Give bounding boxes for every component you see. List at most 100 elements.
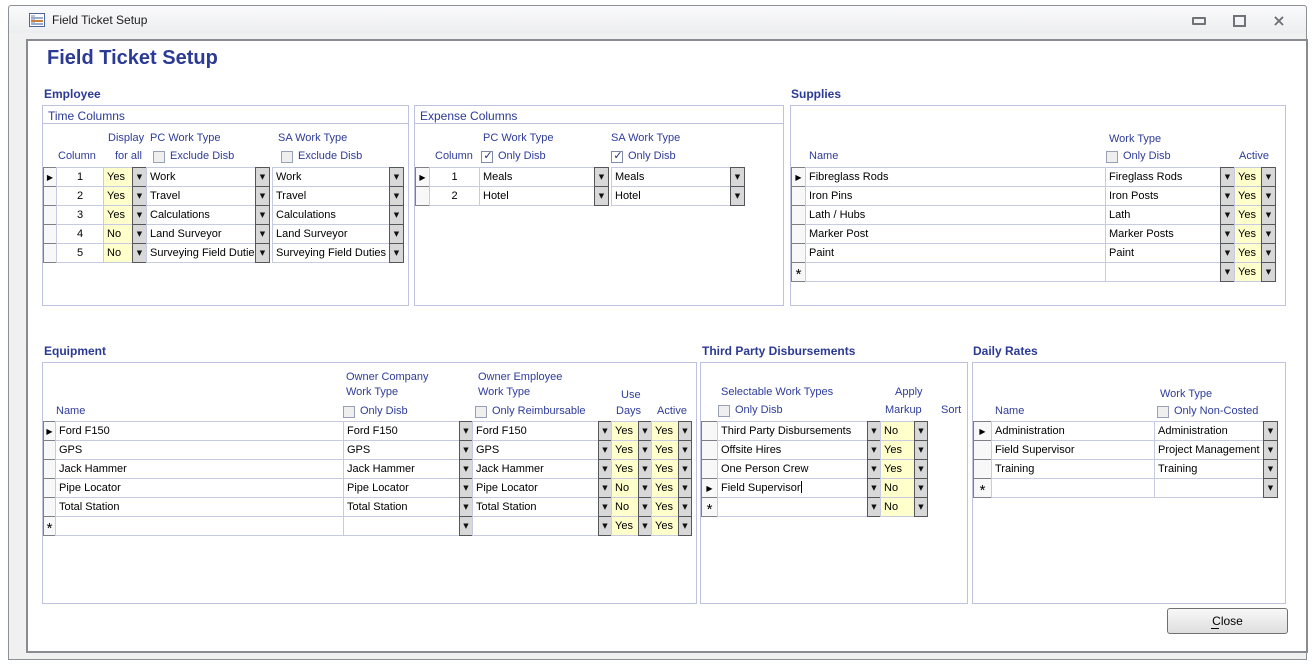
combo-dropdown-button[interactable]: ▼ [132, 224, 147, 244]
record-selector[interactable] [43, 205, 57, 225]
active-combo[interactable]: Yes [1234, 224, 1262, 244]
owner-employee-work-type-combo[interactable] [472, 516, 599, 536]
combo-dropdown-button[interactable]: ▼ [459, 421, 473, 441]
combo-dropdown-button[interactable]: ▼ [389, 167, 404, 187]
combo-dropdown-button[interactable]: ▼ [1220, 205, 1235, 225]
record-selector[interactable] [701, 440, 718, 460]
equipment-name-field[interactable]: Pipe Locator [55, 478, 344, 498]
work-type-combo[interactable] [1105, 262, 1221, 282]
apply-markup-combo[interactable]: No [880, 497, 915, 517]
active-combo[interactable]: Yes [1234, 262, 1262, 282]
apply-markup-combo[interactable]: Yes [880, 440, 915, 460]
owner-company-work-type-combo[interactable]: GPS [343, 440, 460, 460]
record-selector[interactable] [701, 421, 718, 441]
equipment-name-field[interactable]: Jack Hammer [55, 459, 344, 479]
combo-dropdown-button[interactable]: ▼ [867, 478, 881, 498]
display-for-all-combo[interactable]: No [103, 224, 133, 244]
supply-name-field[interactable]: Iron Pins [805, 186, 1106, 206]
record-selector[interactable]: ▶ [791, 167, 806, 187]
combo-dropdown-button[interactable]: ▼ [678, 516, 692, 536]
pc-work-type-combo[interactable]: Calculations [146, 205, 256, 225]
combo-dropdown-button[interactable]: ▼ [598, 440, 612, 460]
sa-work-type-combo[interactable]: Land Surveyor [272, 224, 390, 244]
combo-dropdown-button[interactable]: ▼ [459, 459, 473, 479]
work-type-combo[interactable]: Fireglass Rods [1105, 167, 1221, 187]
rate-name-field[interactable]: Training [991, 459, 1155, 479]
work-type-combo[interactable] [717, 497, 868, 517]
supply-name-field[interactable] [805, 262, 1106, 282]
use-days-combo[interactable]: Yes [611, 516, 639, 536]
combo-dropdown-button[interactable]: ▼ [594, 167, 609, 187]
combo-dropdown-button[interactable]: ▼ [459, 497, 473, 517]
combo-dropdown-button[interactable]: ▼ [598, 421, 612, 441]
combo-dropdown-button[interactable]: ▼ [730, 167, 745, 187]
close-window-button[interactable]: × [1272, 15, 1286, 27]
supply-name-field[interactable]: Marker Post [805, 224, 1106, 244]
combo-dropdown-button[interactable]: ▼ [678, 497, 692, 517]
combo-dropdown-button[interactable]: ▼ [914, 421, 928, 441]
combo-dropdown-button[interactable]: ▼ [1220, 186, 1235, 206]
sa-only-disb-checkbox[interactable]: ✓ [611, 151, 623, 163]
work-type-combo[interactable]: Lath [1105, 205, 1221, 225]
rate-name-field[interactable]: Field Supervisor [991, 440, 1155, 460]
sa-work-type-combo[interactable]: Meals [611, 167, 731, 187]
record-selector[interactable]: ▶ [973, 421, 992, 441]
combo-dropdown-button[interactable]: ▼ [598, 459, 612, 479]
combo-dropdown-button[interactable]: ▼ [255, 243, 270, 263]
combo-dropdown-button[interactable]: ▼ [1261, 243, 1276, 263]
combo-dropdown-button[interactable]: ▼ [678, 421, 692, 441]
combo-dropdown-button[interactable]: ▼ [678, 459, 692, 479]
record-selector[interactable] [43, 224, 57, 244]
record-selector[interactable] [415, 186, 430, 206]
record-selector[interactable] [43, 186, 57, 206]
combo-dropdown-button[interactable]: ▼ [459, 478, 473, 498]
only-disb-checkbox[interactable] [718, 405, 730, 417]
active-combo[interactable]: Yes [651, 516, 679, 536]
active-combo[interactable]: Yes [1234, 186, 1262, 206]
apply-markup-combo[interactable]: Yes [880, 459, 915, 479]
work-type-combo[interactable]: Training [1154, 459, 1264, 479]
display-for-all-combo[interactable]: Yes [103, 205, 133, 225]
new-record-selector[interactable]: * [791, 262, 806, 282]
sa-work-type-combo[interactable]: Work [272, 167, 390, 187]
combo-dropdown-button[interactable]: ▼ [1261, 167, 1276, 187]
owner-employee-work-type-combo[interactable]: Ford F150 [472, 421, 599, 441]
combo-dropdown-button[interactable]: ▼ [132, 205, 147, 225]
display-for-all-combo[interactable]: Yes [103, 186, 133, 206]
sa-work-type-combo[interactable]: Calculations [272, 205, 390, 225]
combo-dropdown-button[interactable]: ▼ [867, 440, 881, 460]
active-combo[interactable]: Yes [1234, 205, 1262, 225]
pc-work-type-combo[interactable]: Travel [146, 186, 256, 206]
owner-company-work-type-combo[interactable]: Jack Hammer [343, 459, 460, 479]
apply-markup-combo[interactable]: No [880, 421, 915, 441]
active-combo[interactable]: Yes [651, 497, 679, 517]
combo-dropdown-button[interactable]: ▼ [1220, 224, 1235, 244]
rate-name-field[interactable] [991, 478, 1155, 498]
combo-dropdown-button[interactable]: ▼ [1263, 421, 1278, 441]
record-selector[interactable] [791, 243, 806, 263]
sa-work-type-combo[interactable]: Travel [272, 186, 390, 206]
display-for-all-combo[interactable]: No [103, 243, 133, 263]
active-combo[interactable]: Yes [651, 459, 679, 479]
combo-dropdown-button[interactable]: ▼ [638, 497, 652, 517]
active-combo[interactable]: Yes [651, 440, 679, 460]
record-selector[interactable]: ▶ [43, 167, 57, 187]
combo-dropdown-button[interactable]: ▼ [914, 478, 928, 498]
combo-dropdown-button[interactable]: ▼ [132, 167, 147, 187]
equipment-name-field[interactable]: Ford F150 [55, 421, 344, 441]
use-days-combo[interactable]: Yes [611, 459, 639, 479]
record-selector[interactable]: ▶ [415, 167, 430, 187]
combo-dropdown-button[interactable]: ▼ [730, 186, 745, 206]
combo-dropdown-button[interactable]: ▼ [638, 440, 652, 460]
only-non-costed-checkbox[interactable] [1157, 406, 1169, 418]
record-selector[interactable] [791, 224, 806, 244]
sa-work-type-combo[interactable]: Hotel [611, 186, 731, 206]
combo-dropdown-button[interactable]: ▼ [678, 440, 692, 460]
combo-dropdown-button[interactable]: ▼ [389, 205, 404, 225]
work-type-combo[interactable]: One Person Crew [717, 459, 868, 479]
supply-name-field[interactable]: Fibreglass Rods [805, 167, 1106, 187]
combo-dropdown-button[interactable]: ▼ [255, 167, 270, 187]
record-selector[interactable] [43, 243, 57, 263]
pc-work-type-combo[interactable]: Land Surveyor [146, 224, 256, 244]
owner-employee-work-type-combo[interactable]: Total Station [472, 497, 599, 517]
